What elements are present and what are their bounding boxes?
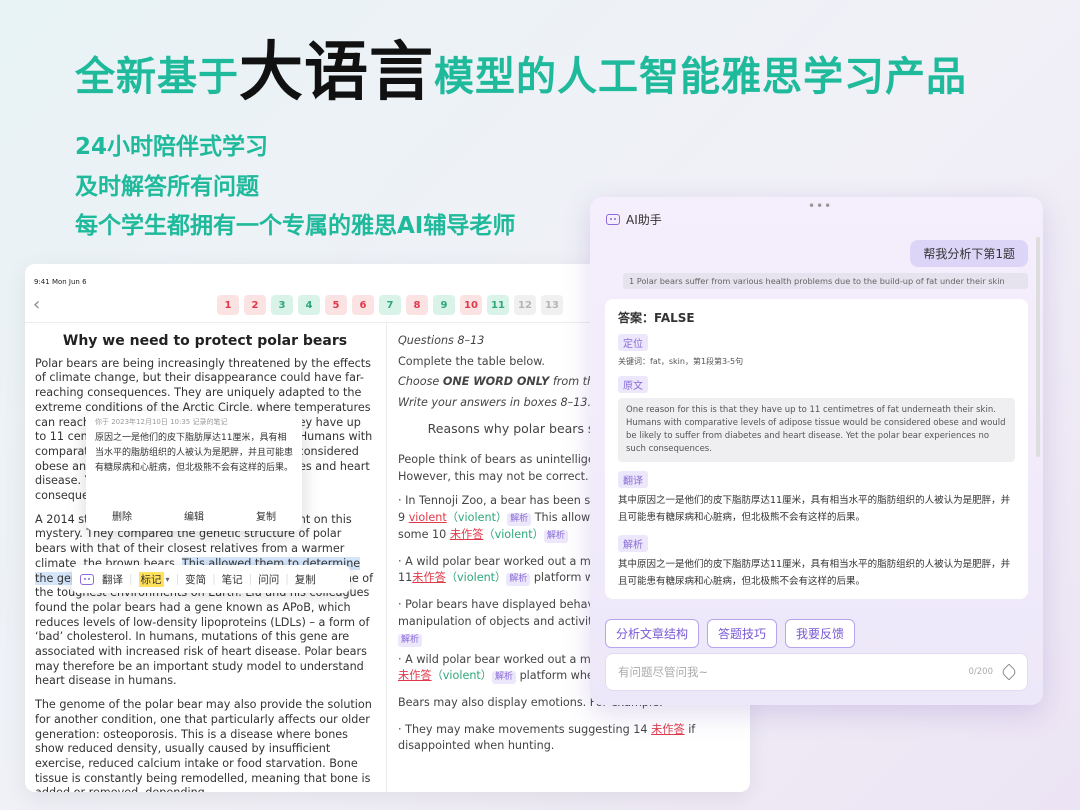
q10-jiexi-tag[interactable]: 解析 <box>543 529 568 543</box>
q10-pre: some <box>398 527 433 541</box>
q12-correct: （violent） <box>431 669 492 683</box>
question-14: · They may make movements suggesting 14 … <box>398 723 743 738</box>
q14-after: if <box>684 722 696 736</box>
q10-answer[interactable]: 未作答 <box>450 528 484 541</box>
question-number-5[interactable]: 5 <box>325 295 347 315</box>
table-line-10: disappointed when hunting. <box>398 739 555 753</box>
q11-correct: （violent） <box>445 571 507 585</box>
q9-correct: （violent） <box>446 510 508 524</box>
q10-number: 10 <box>432 527 450 541</box>
send-icon[interactable] <box>1000 663 1018 681</box>
ai-header: AI助手 <box>606 211 662 228</box>
note-button[interactable]: 笔记 <box>222 572 243 587</box>
q9-jiexi-tag[interactable]: 解析 <box>507 512 532 526</box>
note-popup: 你于 2023年12月10日 10:35 记录的笔记 原因之一是他们的皮下脂肪厚… <box>86 411 302 531</box>
answer-title: 答案：FALSE <box>618 311 695 325</box>
original-tag: 原文 <box>618 376 648 393</box>
subtitle-3: 每个学生都拥有一个专属的雅思AI辅导老师 <box>75 213 516 239</box>
back-chevron-icon[interactable]: ‹ <box>33 294 40 315</box>
question-number-13[interactable]: 13 <box>541 295 563 315</box>
note-date: 你于 2023年12月10日 10:35 记录的笔记 <box>95 418 228 426</box>
question-number-12[interactable]: 12 <box>514 295 536 315</box>
question-number-3[interactable]: 3 <box>271 295 293 315</box>
analyze-structure-button[interactable]: 分析文章结构 <box>605 619 700 648</box>
q12-jiexi-tag[interactable]: 解析 <box>492 671 517 685</box>
question-number-11[interactable]: 11 <box>487 295 509 315</box>
robot-icon[interactable] <box>80 573 94 585</box>
jiexi-tag[interactable]: 解析 <box>398 633 423 647</box>
question-number-6[interactable]: 6 <box>352 295 374 315</box>
q11-answer[interactable]: 未作答 <box>412 571 446 584</box>
note-actions: 删除 编辑 复制 <box>86 508 302 523</box>
delete-note-button[interactable]: 删除 <box>112 508 132 523</box>
q14-pre: · They may make movements suggesting <box>398 722 634 736</box>
subtitle-1: 24小时陪伴式学习 <box>75 134 269 160</box>
passage-title: Why we need to protect polar bears <box>62 333 348 349</box>
translation-text: 其中原因之一是他们的皮下脂肪厚达11厘米，具有相当水平的脂肪组织的人被认为是肥胖… <box>618 495 1011 523</box>
status-bar: 9:41 Mon Jun 6 <box>34 278 87 286</box>
column-divider <box>386 322 387 792</box>
q14-number: 14 <box>633 722 652 736</box>
edit-note-button[interactable]: 编辑 <box>184 508 204 523</box>
feedback-button[interactable]: 我要反馈 <box>785 619 856 648</box>
ai-title: AI助手 <box>626 213 662 227</box>
question-number-bar: 1 2 3 4 5 6 7 8 9 10 11 12 13 <box>217 295 563 315</box>
original-text: One reason for this is that they have up… <box>618 398 1015 462</box>
q9-answer[interactable]: violent <box>409 511 447 524</box>
passage-paragraph-3[interactable]: The genome of the polar bear may also pr… <box>35 698 375 792</box>
hero-highlight: 大语言 <box>239 36 434 110</box>
passage-paragraph-2[interactable]: A 2014 study by Shi Ping Liu sought to s… <box>35 513 375 689</box>
instruction-2-a: Choose <box>398 375 443 389</box>
caret-down-icon[interactable]: ▾ <box>166 575 170 584</box>
user-message: 帮我分析下第1题 <box>910 240 1028 267</box>
translation-tag: 翻译 <box>618 471 648 488</box>
q14-answer[interactable]: 未作答 <box>651 723 685 736</box>
simplify-button[interactable]: 变简 <box>185 572 206 587</box>
mark-button[interactable]: 标记 <box>138 571 164 587</box>
ai-assistant-panel: ••• AI助手 帮我分析下第1题 1 Polar bears suffer f… <box>590 197 1043 705</box>
ask-button[interactable]: 问问 <box>258 572 279 587</box>
subtitle-2: 及时解答所有问题 <box>75 174 259 200</box>
question-number-2[interactable]: 2 <box>244 295 266 315</box>
q11-jiexi-tag[interactable]: 解析 <box>506 573 531 587</box>
quoted-question: 1 Polar bears suffer from various health… <box>623 273 1028 289</box>
analysis-text: 其中原因之一是他们的皮下脂肪厚达11厘米，具有相当水平的脂肪组织的人被认为是肥胖… <box>618 559 1011 587</box>
ask-input-placeholder: 有问题尽管问我~ <box>618 665 709 679</box>
translate-button[interactable]: 翻译 <box>102 572 123 587</box>
robot-icon <box>606 214 620 225</box>
ai-answer-card: 答案：FALSE 定位 关键词：fat，skin，第1段第3-5句 原文 One… <box>605 299 1028 599</box>
hero-post: 模型的人工智能雅思学习产品 <box>434 54 967 100</box>
ask-input[interactable]: 有问题尽管问我~ 0/200 <box>605 653 1028 691</box>
question-number-9[interactable]: 9 <box>433 295 455 315</box>
passage: Why we need to protect polar bears Polar… <box>35 334 375 792</box>
more-dots-icon[interactable]: ••• <box>808 199 832 213</box>
selection-toolbar: 翻译 | 标记 ▾ | 变简 | 笔记 | 问问 | 复制 <box>72 565 350 593</box>
q10-correct: （violent） <box>483 527 544 541</box>
locate-tag: 定位 <box>618 334 648 351</box>
analysis-tag: 解析 <box>618 535 648 552</box>
instruction-2-b: ONE WORD ONLY <box>442 375 550 389</box>
q9-number: 9 <box>398 510 409 524</box>
q11-number: 11 <box>398 571 413 585</box>
quick-actions: 分析文章结构 答题技巧 我要反馈 <box>605 619 856 648</box>
copy-note-button[interactable]: 复制 <box>256 508 276 523</box>
keywords: 关键词：fat，skin，第1段第3-5句 <box>618 357 744 366</box>
char-count: 0/200 <box>968 667 994 677</box>
note-text: 原因之一是他们的皮下脂肪厚达11厘米，具有相当水平的脂肪组织的人被认为是肥胖，并… <box>95 433 294 473</box>
q12-answer[interactable]: 未作答 <box>398 669 432 682</box>
hero-title: 全新基于大语言模型的人工智能雅思学习产品 <box>75 38 967 112</box>
question-number-10[interactable]: 10 <box>460 295 482 315</box>
hero-pre: 全新基于 <box>75 54 239 100</box>
question-number-7[interactable]: 7 <box>379 295 401 315</box>
question-number-1[interactable]: 1 <box>217 295 239 315</box>
question-number-8[interactable]: 8 <box>406 295 428 315</box>
copy-button[interactable]: 复制 <box>295 572 316 587</box>
scrollbar[interactable] <box>1036 237 1040 457</box>
question-number-4[interactable]: 4 <box>298 295 320 315</box>
answer-tips-button[interactable]: 答题技巧 <box>707 619 778 648</box>
